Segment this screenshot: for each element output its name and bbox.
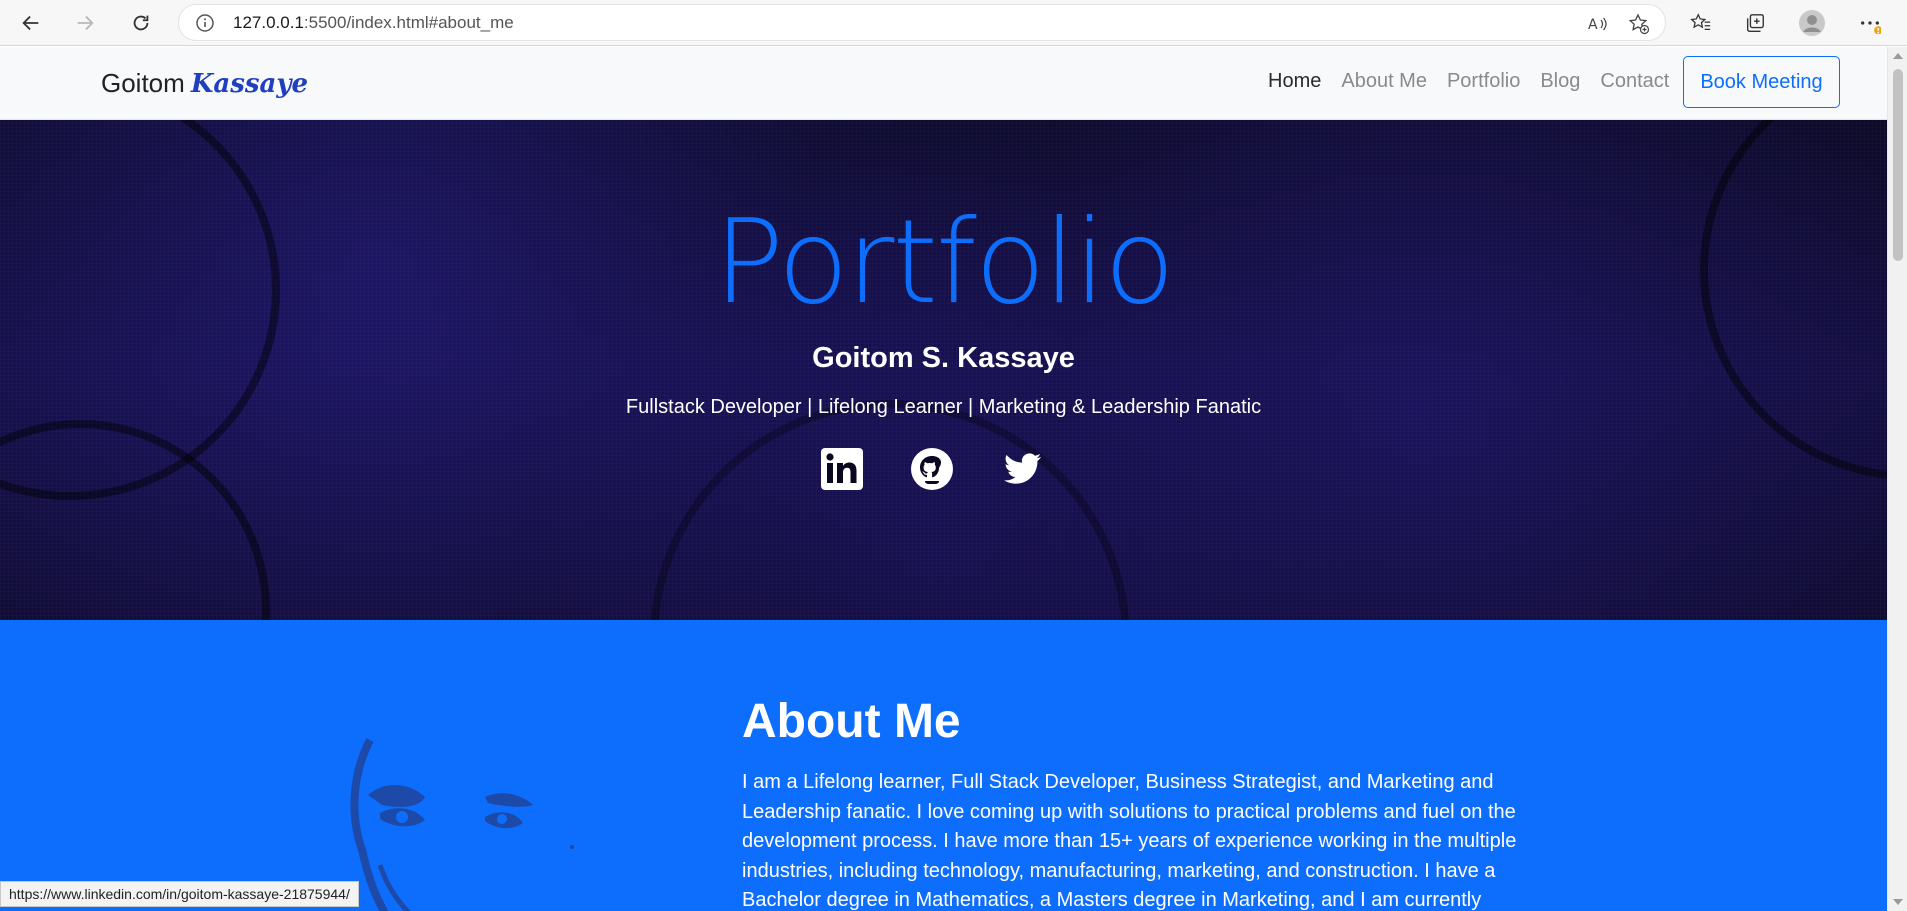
url-text[interactable]: 127.0.0.1:5500/index.html#about_me: [233, 13, 514, 33]
favorites-icon[interactable]: [1684, 6, 1718, 40]
hero-name: Goitom S. Kassaye: [812, 342, 1075, 374]
svg-text:A: A: [1588, 17, 1598, 33]
about-me-title: About Me: [742, 695, 961, 748]
scrollbar-thumb[interactable]: [1893, 69, 1903, 261]
hero-tagline: Fullstack Developer | Lifelong Learner |…: [625, 396, 1262, 418]
brand-last-name: Kassaye: [190, 69, 309, 99]
about-me-text: I am a Lifelong learner, Full Stack Deve…: [742, 771, 1517, 911]
brand-first-name: Goitom: [101, 68, 185, 98]
more-icon[interactable]: [1853, 6, 1887, 40]
address-bar[interactable]: 127.0.0.1:5500/index.html#about_me A: [178, 4, 1666, 41]
profile-icon[interactable]: [1795, 6, 1829, 40]
link-status-bar: https://www.linkedin.com/in/goitom-kassa…: [0, 881, 359, 907]
portrait-illustration: [340, 735, 580, 911]
nav-link-about-me[interactable]: About Me: [1341, 70, 1427, 93]
twitter-icon[interactable]: [1000, 447, 1044, 491]
web-page: Goitom Kassaye Home About Me Portfolio Bl…: [0, 47, 1887, 911]
back-arrow-icon[interactable]: [14, 6, 48, 40]
refresh-icon[interactable]: [124, 6, 158, 40]
add-favorite-icon[interactable]: [1628, 13, 1650, 35]
read-aloud-icon[interactable]: A: [1587, 13, 1609, 35]
nav-link-blog[interactable]: Blog: [1540, 70, 1580, 93]
collections-icon[interactable]: [1738, 6, 1772, 40]
info-icon[interactable]: [195, 13, 215, 33]
forward-arrow-icon[interactable]: [68, 6, 102, 40]
site-brand[interactable]: Goitom Kassaye: [101, 68, 308, 99]
nav-links: Home About Me Portfolio Blog Contact: [1268, 70, 1689, 93]
scroll-down-arrow-icon[interactable]: [1893, 899, 1903, 905]
nav-link-portfolio[interactable]: Portfolio: [1447, 70, 1520, 93]
nav-link-contact[interactable]: Contact: [1600, 70, 1669, 93]
linkedin-icon[interactable]: [820, 447, 864, 491]
site-navbar: Goitom Kassaye Home About Me Portfolio Bl…: [0, 47, 1887, 120]
about-me-section: About Me I am a Lifelong learner, Full S…: [0, 620, 1887, 911]
browser-toolbar: 127.0.0.1:5500/index.html#about_me A: [0, 0, 1907, 46]
social-links: [820, 447, 1050, 493]
scroll-up-arrow-icon[interactable]: [1893, 53, 1903, 59]
hero-section: Portfolio Goitom S. Kassaye Fullstack De…: [0, 120, 1887, 620]
page-scrollbar[interactable]: [1887, 47, 1907, 911]
book-meeting-button[interactable]: Book Meeting: [1683, 56, 1840, 108]
github-icon[interactable]: [910, 447, 954, 491]
hero-title: Portfolio: [713, 195, 1175, 330]
nav-link-home[interactable]: Home: [1268, 70, 1321, 93]
